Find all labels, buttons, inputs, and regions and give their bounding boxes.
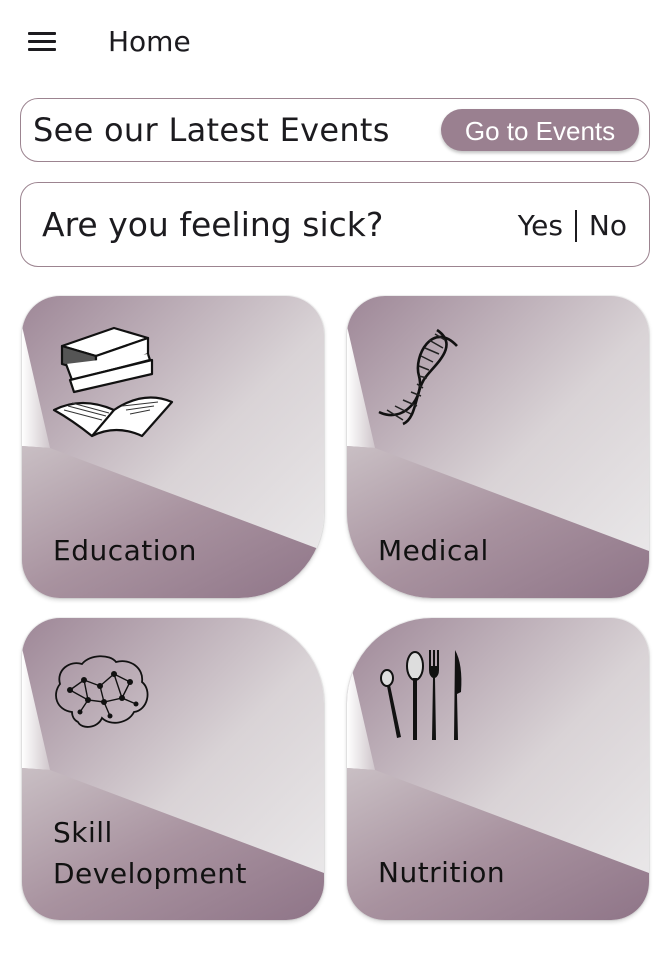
yes-no-options: Yes No: [518, 209, 627, 242]
app-bar: Home: [0, 0, 671, 86]
tile-medical[interactable]: Medical: [347, 296, 649, 598]
brain-network-icon: [55, 655, 149, 728]
tile-label: Nutrition: [378, 856, 506, 889]
divider: [574, 209, 577, 242]
go-to-events-button[interactable]: Go to Events: [441, 109, 639, 151]
tile-skill-development[interactable]: Skill Development: [22, 618, 324, 920]
tile-label: Education: [53, 534, 197, 567]
events-text: See our Latest Events: [33, 111, 390, 149]
tile-label-line1: Skill: [53, 816, 113, 849]
yes-option[interactable]: Yes: [518, 209, 563, 242]
cutlery-icon: [380, 650, 462, 740]
no-option[interactable]: No: [589, 209, 627, 242]
hamburger-menu-icon[interactable]: [22, 26, 62, 60]
events-banner: See our Latest Events Go to Events: [20, 98, 650, 162]
tile-nutrition[interactable]: Nutrition: [347, 618, 649, 920]
dna-icon: [378, 328, 458, 426]
sick-question: Are you feeling sick?: [42, 205, 384, 244]
tile-label: Medical: [378, 534, 489, 567]
books-icon: [52, 326, 174, 438]
sick-check-card: Are you feeling sick? Yes No: [20, 182, 650, 267]
page-title: Home: [108, 25, 191, 58]
tile-education[interactable]: Education: [22, 296, 324, 598]
tile-label-line2: Development: [53, 857, 247, 890]
